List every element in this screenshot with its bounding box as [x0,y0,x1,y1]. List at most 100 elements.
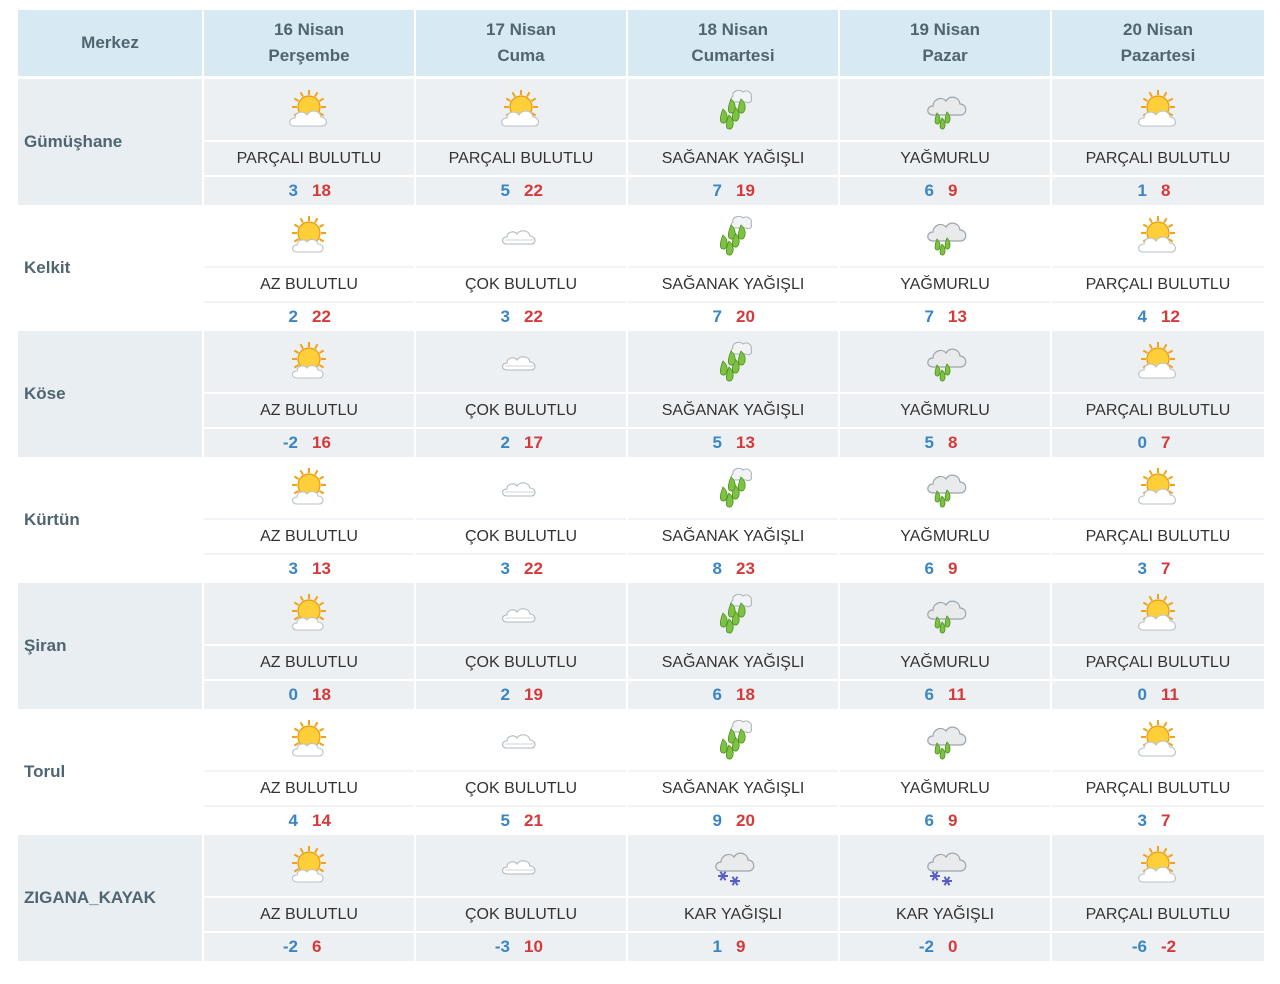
temperature-range: 6 18 [628,679,838,709]
max-temp: 20 [736,307,755,326]
temperature-range: 58 [840,427,1050,457]
max-temp: 7 [1161,559,1171,578]
max-temp: 6 [312,937,322,956]
forecast-cell: ÇOK BULUTLU 3 22 [416,205,628,331]
max-temp: 12 [1161,307,1180,326]
forecast-body: Gümüşhane PARÇALI BULUTLU 3 18 PARÇALI BULUT… [18,76,1264,961]
condition-label: PARÇALI BULUTLU [1052,644,1264,679]
min-temp: 0 [1137,433,1147,452]
max-temp: 18 [736,685,755,704]
condition-label: ÇOK BULUTLU [416,518,626,553]
condition-label: YAĞMURLU [840,140,1050,175]
forecast-row: Köse AZ BULUTLU -2 16 ÇOK BULUTLU 2 17 SAĞANAK … [18,331,1264,457]
partly-cloudy-icon [1052,583,1264,644]
condition-label: AZ BULUTLU [204,518,414,553]
cloudy-icon [416,835,626,896]
min-temp: 5 [500,181,510,200]
max-temp: -2 [1161,937,1177,956]
header-date: 17 Nisan [486,20,556,39]
min-temp: 5 [500,811,510,830]
min-temp: 7 [924,307,934,326]
condition-label: ÇOK BULUTLU [416,266,626,301]
condition-label: AZ BULUTLU [204,896,414,931]
max-temp: 19 [736,181,755,200]
forecast-cell: ÇOK BULUTLU -3 10 [416,835,628,961]
cloudy-icon [416,583,626,644]
temperature-range: 0 18 [204,679,414,709]
partly-cloudy-icon [416,79,626,140]
min-temp: 6 [924,181,934,200]
min-temp: 3 [1137,559,1147,578]
max-temp: 0 [948,937,958,956]
header-date: 19 Nisan [910,20,980,39]
temperature-range: 7 19 [628,175,838,205]
temperature-range: 2 17 [416,427,626,457]
min-temp: 3 [288,181,298,200]
cloudy-icon [416,331,626,392]
forecast-cell: PARÇALI BULUTLU 0 11 [1052,583,1264,709]
max-temp: 13 [948,307,967,326]
partly-cloudy-icon [1052,79,1264,140]
min-temp: 8 [712,559,722,578]
temperature-range: 2 19 [416,679,626,709]
forecast-cell: ÇOK BULUTLU 5 21 [416,709,628,835]
condition-label: PARÇALI BULUTLU [1052,266,1264,301]
condition-label: YAĞMURLU [840,644,1050,679]
max-temp: 9 [948,559,958,578]
forecast-row: Torul AZ BULUTLU 4 14 ÇOK BULUTLU 5 21 SAĞANAK … [18,709,1264,835]
rain-icon [840,205,1050,266]
min-temp: 7 [712,181,722,200]
forecast-cell: ÇOK BULUTLU 3 22 [416,457,628,583]
forecast-cell: AZ BULUTLU 3 13 [204,457,416,583]
forecast-cell: AZ BULUTLU -2 6 [204,835,416,961]
forecast-cell: PARÇALI BULUTLU 1 8 [1052,76,1264,205]
max-temp: 16 [312,433,331,452]
temperature-range: -2 0 [840,931,1050,961]
city-name: ZIGANA_KAYAK [18,835,204,961]
rain-icon [840,457,1050,518]
temperature-range: -2 6 [204,931,414,961]
min-temp: 0 [288,685,298,704]
max-temp: 9 [948,181,958,200]
city-name: Gümüşhane [18,76,204,205]
temperature-range: 7 13 [840,301,1050,331]
min-temp: 2 [500,685,510,704]
min-temp: 3 [1137,811,1147,830]
forecast-cell: YAĞMURLU 6 9 [840,709,1052,835]
header-date: 18 Nisan [698,20,768,39]
max-temp: 14 [312,811,331,830]
cloudy-icon [416,709,626,770]
mostly-sunny-icon [204,205,414,266]
temperature-range: 9 20 [628,805,838,835]
temperature-range: 69 [840,175,1050,205]
condition-label: ÇOK BULUTLU [416,392,626,427]
temperature-range: 4 14 [204,805,414,835]
partly-cloudy-icon [1052,835,1264,896]
min-temp: 6 [712,685,722,704]
city-name: Şiran [18,583,204,709]
rain-icon [840,583,1050,644]
temperature-range: 8 23 [628,553,838,583]
min-temp: 4 [1137,307,1147,326]
max-temp: 13 [312,559,331,578]
forecast-cell: PARÇALI BULUTLU 0 7 [1052,331,1264,457]
condition-label: SAĞANAK YAĞIŞLI [628,518,838,553]
snow-icon [840,835,1050,896]
max-temp: 8 [1161,181,1171,200]
min-temp: 6 [924,559,934,578]
condition-label: ÇOK BULUTLU [416,770,626,805]
header-row: Merkez 16 Nisan Perşembe 17 Nisan Cuma 18 … [18,10,1264,76]
forecast-cell: SAĞANAK YAĞIŞLI 8 23 [628,457,840,583]
header-day: 17 Nisan Cuma [416,10,628,76]
forecast-cell: PARÇALI BULUTLU 4 12 [1052,205,1264,331]
temperature-range: 2 22 [204,301,414,331]
condition-label: PARÇALI BULUTLU [1052,770,1264,805]
forecast-cell: YAĞMURLU 6 11 [840,583,1052,709]
temperature-range: 19 [628,931,838,961]
min-temp: -2 [918,937,934,956]
header-date: 16 Nisan [274,20,344,39]
forecast-cell: SAĞANAK YAĞIŞLI 5 13 [628,331,840,457]
min-temp: 9 [712,811,722,830]
mostly-sunny-icon [204,457,414,518]
header-day: 19 Nisan Pazar [840,10,1052,76]
